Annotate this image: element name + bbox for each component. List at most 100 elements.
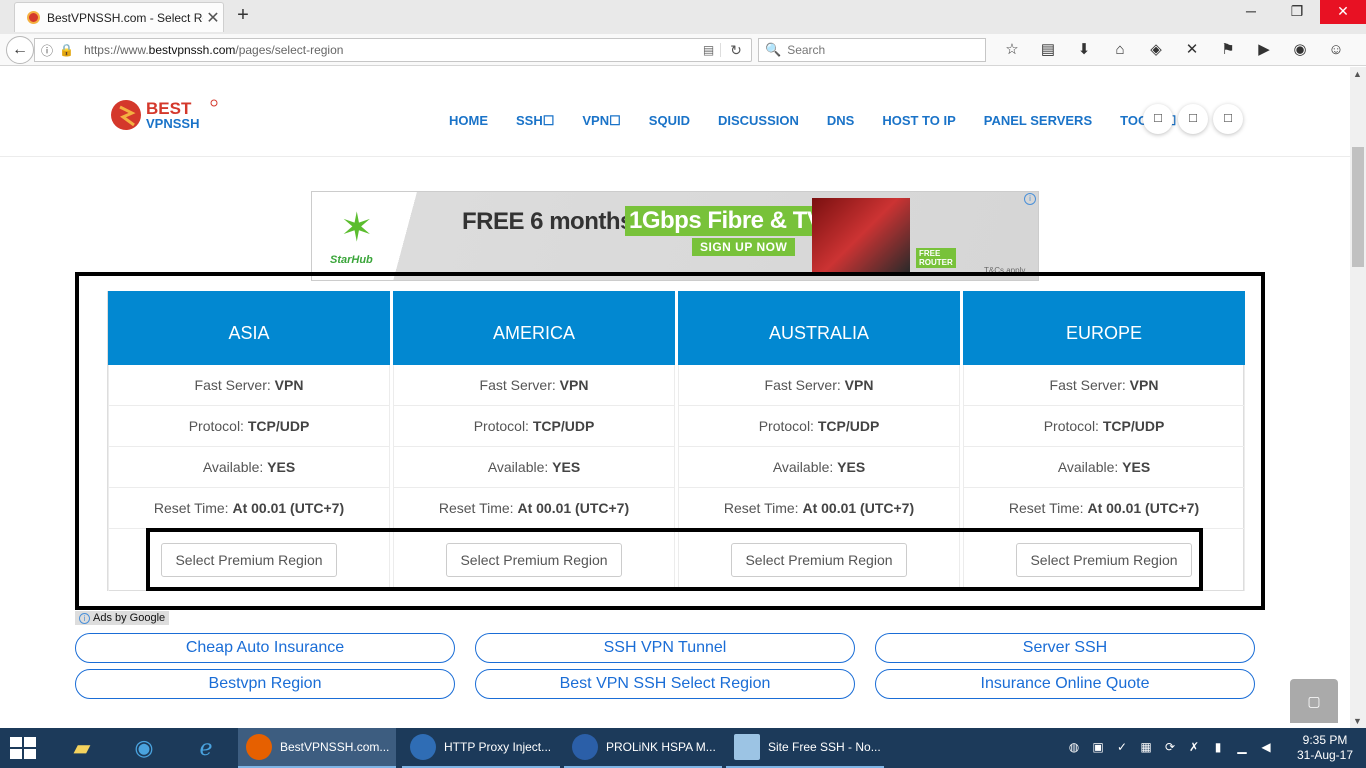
ad-link-insurance-online-quote[interactable]: Insurance Online Quote [875, 669, 1255, 699]
nav-host-to-ip[interactable]: HOST TO IP [882, 113, 955, 129]
reset-time-label: Reset Time: [1008, 500, 1088, 516]
available-value: YES [837, 459, 866, 475]
protocol-label: Protocol: [758, 418, 818, 434]
tray-signal-icon[interactable]: ▁ [1230, 740, 1254, 754]
taskbar-item-notepad[interactable]: Site Free SSH - No... [726, 728, 884, 768]
flag-icon[interactable]: ⚑ [1210, 40, 1246, 60]
nav-discussion[interactable]: DISCUSSION [718, 113, 799, 129]
site-header: BEST VPNSSH HOME SSH☐ VPN☐ SQUID DISCUSS… [0, 67, 1350, 157]
region-name: AMERICA [393, 291, 675, 365]
reset-time-row: Reset Time: At 00.01 (UTC+7) [963, 488, 1245, 529]
nav-panel-servers[interactable]: PANEL SERVERS [984, 113, 1092, 129]
reload-icon[interactable]: ↻ [721, 42, 751, 59]
bookmarks-list-icon[interactable]: ▤ [1030, 40, 1066, 60]
chrome-icon[interactable]: ◉ [120, 732, 168, 764]
reader-view-icon[interactable]: ▤ [697, 43, 721, 57]
browser-tab-active[interactable]: BestVPNSSH.com - Select Re ✕ [14, 2, 224, 32]
protocol-label: Protocol: [473, 418, 533, 434]
starhub-star-icon: ✶ [340, 206, 374, 250]
menu-icon[interactable]: ☰ [1354, 40, 1366, 60]
nav-home[interactable]: HOME [449, 113, 488, 129]
ad-link-bestvpn-region[interactable]: Bestvpn Region [75, 669, 455, 699]
lock-icon[interactable]: 🔒 [59, 43, 74, 57]
scroll-down-icon[interactable]: ▼ [1353, 716, 1362, 726]
protocol-value: TCP/UDP [532, 418, 595, 434]
ad-headline: FREE 6 months [462, 208, 633, 235]
tray-action-icon[interactable]: ✗ [1182, 740, 1206, 754]
internet-explorer-icon[interactable]: ℯ [182, 732, 230, 764]
tray-security-icon[interactable]: ✓ [1110, 740, 1134, 754]
page-scrollbar[interactable]: ▲ ▼ [1350, 67, 1366, 728]
file-explorer-icon[interactable]: ▰ [58, 732, 106, 764]
available-row: Available: YES [393, 447, 675, 488]
nav-squid[interactable]: SQUID [649, 113, 690, 129]
download-icon[interactable]: ⬇ [1066, 40, 1102, 60]
nav-ssh[interactable]: SSH☐ [516, 113, 554, 129]
ad-link-server-ssh[interactable]: Server SSH [875, 633, 1255, 663]
tray-app-icon[interactable]: ▣ [1086, 740, 1110, 754]
back-button[interactable]: ← [6, 36, 34, 64]
available-label: Available: [1057, 459, 1123, 475]
site-favicon-icon [27, 11, 40, 24]
region-name: EUROPE [963, 291, 1245, 365]
nav-dns[interactable]: DNS [827, 113, 854, 129]
http-proxy-injector-icon [410, 734, 436, 760]
ad-link-ssh-vpn-tunnel[interactable]: SSH VPN Tunnel [475, 633, 855, 663]
new-tab-button[interactable]: + [232, 4, 254, 27]
tray-monitor-icon[interactable]: ▦ [1134, 740, 1158, 754]
start-button[interactable] [10, 737, 38, 759]
nav-vpn[interactable]: VPN☐ [582, 113, 620, 129]
tray-network-icon[interactable]: ◍ [1062, 740, 1086, 754]
header-circle-button-3[interactable]: ☐ [1213, 104, 1243, 134]
taskbar-item-prolink[interactable]: PROLiNK HSPA M... [564, 728, 722, 768]
clock-time: 9:35 PM [1302, 733, 1348, 747]
tray-update-icon[interactable]: ⟳ [1158, 740, 1182, 754]
ads-by-google-text: Ads by Google [93, 612, 166, 624]
url-path: /pages/select-region [235, 43, 344, 57]
available-value: YES [1122, 459, 1151, 475]
fast-server-value: VPN [844, 377, 874, 393]
tray-volume-icon[interactable]: ◀ [1254, 740, 1278, 754]
fast-server-row: Fast Server: VPN [393, 365, 675, 406]
pocket-icon[interactable]: ◈ [1138, 40, 1174, 60]
scrollbar-thumb[interactable] [1352, 147, 1364, 267]
tray-power-icon[interactable]: ▮ [1206, 740, 1230, 754]
taskbar-item-firefox[interactable]: BestVPNSSH.com... [238, 728, 396, 768]
ads-by-google-label[interactable]: i Ads by Google [75, 611, 170, 625]
url-text[interactable]: https://www.bestvpnssh.com/pages/select-… [84, 43, 697, 57]
protocol-row: Protocol: TCP/UDP [678, 406, 960, 447]
account-icon[interactable]: ☺ [1318, 40, 1354, 60]
extension-x-icon[interactable]: ✕ [1174, 40, 1210, 60]
search-input[interactable]: 🔍 Search [758, 38, 986, 62]
home-icon[interactable]: ⌂ [1102, 40, 1138, 60]
available-label: Available: [487, 459, 553, 475]
header-circle-button-1[interactable]: ☐ [1143, 104, 1173, 134]
search-placeholder: Search [787, 43, 826, 57]
taskbar-clock[interactable]: 9:35 PM 31-Aug-17 [1290, 733, 1360, 763]
site-logo[interactable]: BEST VPNSSH [110, 97, 222, 133]
minimize-button[interactable]: ─ [1228, 0, 1274, 24]
select-buttons-highlight-box [146, 528, 1203, 591]
scroll-up-icon[interactable]: ▲ [1353, 69, 1362, 79]
window-close-button[interactable]: ✕ [1320, 0, 1366, 24]
ad-cta[interactable]: SIGN UP NOW [692, 238, 796, 256]
fast-server-value: VPN [1129, 377, 1159, 393]
reset-time-value: At 00.01 (UTC+7) [517, 500, 630, 516]
restore-button[interactable]: ❐ [1274, 0, 1320, 24]
reset-time-value: At 00.01 (UTC+7) [802, 500, 915, 516]
play-extension-icon[interactable]: ▶ [1246, 40, 1282, 60]
taskbar-item-http-proxy-injector[interactable]: HTTP Proxy Inject... [402, 728, 560, 768]
tab-close-icon[interactable]: ✕ [203, 8, 223, 28]
download-helper-icon[interactable]: ◉ [1282, 40, 1318, 60]
ad-info-icon[interactable]: i [1024, 193, 1036, 205]
header-circle-button-2[interactable]: ☐ [1178, 104, 1208, 134]
bookmark-star-icon[interactable]: ☆ [994, 40, 1030, 60]
address-bar[interactable]: ⓘ 🔒 https://www.bestvpnssh.com/pages/sel… [34, 38, 752, 62]
protocol-value: TCP/UDP [817, 418, 880, 434]
ad-link-cheap-auto-insurance[interactable]: Cheap Auto Insurance [75, 633, 455, 663]
starhub-ad-banner[interactable]: ✶ StarHub FREE 6 months 1Gbps Fibre & TV… [311, 191, 1039, 281]
ad-link-best-vpn-ssh-select-region[interactable]: Best VPN SSH Select Region [475, 669, 855, 699]
available-label: Available: [202, 459, 268, 475]
floating-action-button[interactable]: ▢ [1290, 679, 1338, 723]
info-icon[interactable]: ⓘ [41, 42, 53, 59]
